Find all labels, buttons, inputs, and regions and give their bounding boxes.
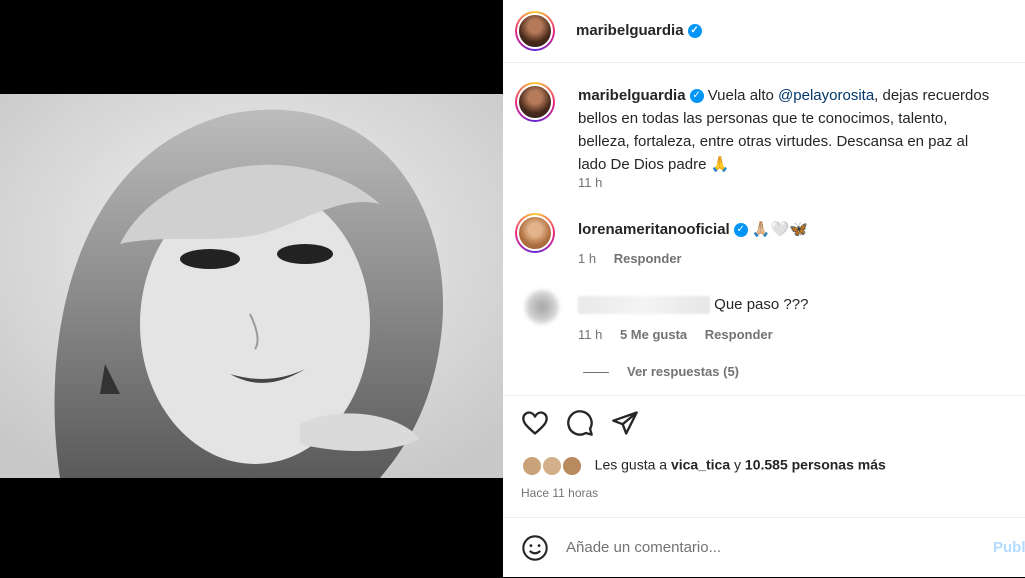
action-bar [503, 395, 1025, 446]
comment-1-reply-button[interactable]: Responder [614, 251, 682, 266]
comment-2-meta: 11 h 5 Me gusta Responder [578, 327, 773, 342]
header-username-text[interactable]: maribelguardia [576, 22, 684, 39]
likes-user[interactable]: vica_tica [671, 457, 730, 473]
verified-icon: ✓ [689, 89, 704, 104]
share-icon[interactable] [611, 409, 639, 442]
comment-icon[interactable] [566, 409, 594, 442]
likes-middle: y [730, 456, 745, 473]
liker-avatar[interactable] [521, 455, 543, 477]
liker-avatar[interactable] [540, 455, 563, 477]
comment-1-username[interactable]: lorenameritanooficial [578, 221, 730, 238]
likes-prefix: Les gusta a [594, 456, 671, 473]
header-username[interactable]: maribelguardia ✓ [576, 22, 702, 39]
heart-icon[interactable] [521, 409, 549, 442]
likes-count[interactable]: 10.585 personas más [745, 457, 886, 473]
comment-2-likes[interactable]: 5 Me gusta [620, 327, 687, 342]
comment-2-time: 11 h [578, 327, 603, 342]
post-header: maribelguardia ✓ [503, 0, 1025, 63]
caption-username[interactable]: maribelguardia [578, 87, 686, 104]
post-photo[interactable] [0, 94, 503, 478]
comment-avatar[interactable] [515, 213, 555, 253]
author-avatar[interactable] [515, 11, 555, 51]
media-panel [0, 0, 503, 577]
caption-avatar[interactable] [515, 82, 555, 122]
view-replies-text[interactable]: Ver respuestas (5) [627, 364, 739, 379]
comment-1-time: 1 h [578, 251, 597, 266]
add-comment-bar: Añade un comentario... Publicar [503, 517, 1025, 578]
liker-avatar[interactable] [560, 455, 583, 477]
caption-mention[interactable]: @pelayorosita [778, 87, 874, 104]
verified-icon: ✓ [687, 24, 702, 39]
publish-button[interactable]: Publicar [993, 539, 1025, 556]
comment-2: Que paso ??? [578, 296, 809, 315]
post-time[interactable]: Hace 11 horas [521, 486, 598, 500]
emoji-icon[interactable] [521, 534, 549, 567]
comment-1-meta: 1 h Responder [578, 251, 682, 266]
comment-2-reply-button[interactable]: Responder [705, 327, 773, 342]
view-replies-link[interactable]: Ver respuestas (5) [583, 364, 739, 379]
comment-1-text: 🙏🏼🤍🦋 [751, 221, 808, 238]
caption-time: 11 h [578, 175, 603, 190]
comment-input[interactable]: Añade un comentario... [566, 539, 721, 556]
post-caption: maribelguardia ✓ Vuela alto @pelayorosita… [578, 84, 998, 176]
comment-2-text: Que paso ??? [714, 296, 809, 313]
replies-divider [583, 372, 609, 374]
blurred-avatar[interactable] [525, 290, 559, 324]
likes-summary: Les gusta a vica_tica y 10.585 personas … [521, 455, 886, 477]
post-panel: maribelguardia ✓ maribelguardia ✓ Vuela al… [503, 0, 1025, 577]
caption-prefix: Vuela alto [707, 87, 779, 104]
blurred-username[interactable] [578, 296, 710, 315]
verified-icon: ✓ [733, 223, 748, 238]
comment-1: lorenameritanooficial ✓ 🙏🏼🤍🦋 [578, 220, 808, 238]
